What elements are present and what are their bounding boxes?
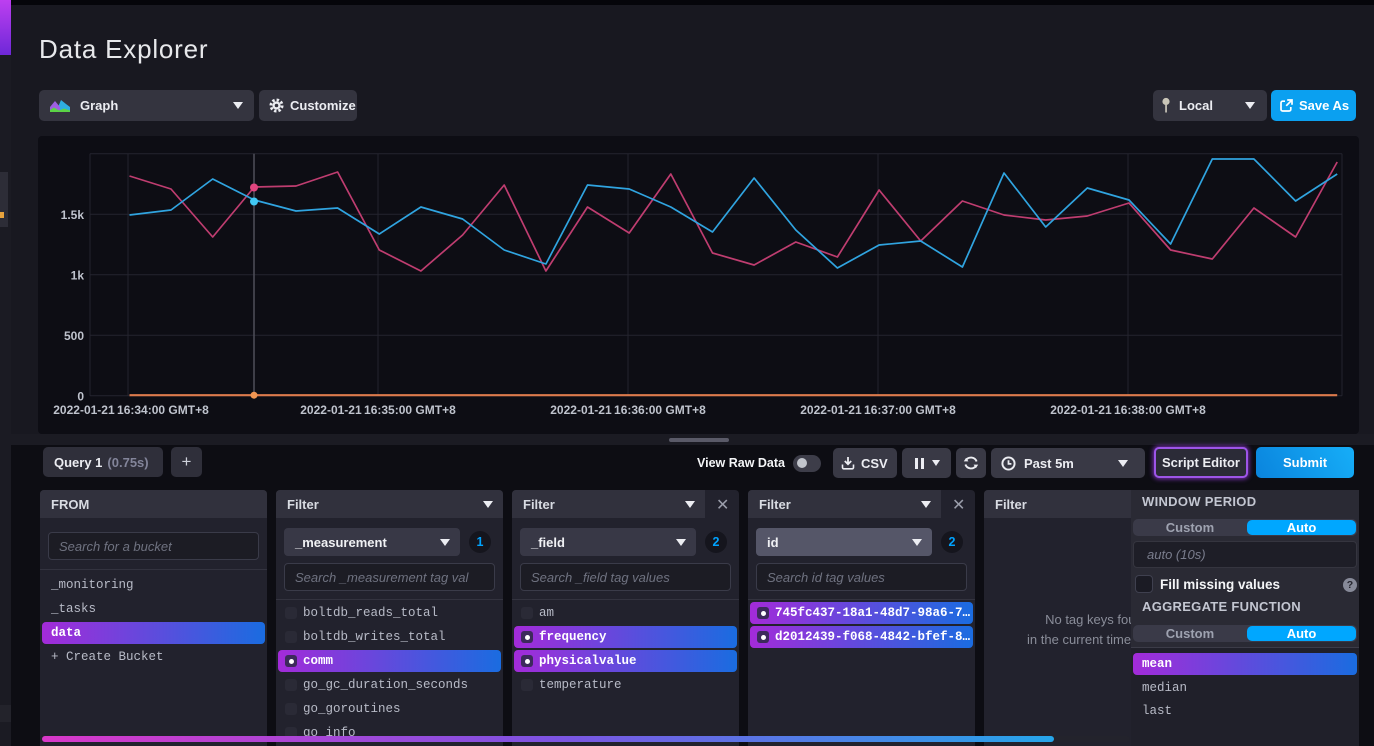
svg-text:2022-01-21 16:34:00 GMT+8: 2022-01-21 16:34:00 GMT+8 [53,403,209,417]
svg-text:2022-01-21 16:37:00 GMT+8: 2022-01-21 16:37:00 GMT+8 [800,403,956,417]
svg-text:2022-01-21 16:36:00 GMT+8: 2022-01-21 16:36:00 GMT+8 [550,403,706,417]
svg-text:0: 0 [77,389,84,403]
svg-text:1k: 1k [71,268,85,282]
svg-text:500: 500 [64,329,84,343]
svg-text:2022-01-21 16:38:00 GMT+8: 2022-01-21 16:38:00 GMT+8 [1050,403,1206,417]
svg-text:1.5k: 1.5k [61,208,85,222]
svg-text:2022-01-21 16:35:00 GMT+8: 2022-01-21 16:35:00 GMT+8 [300,403,456,417]
